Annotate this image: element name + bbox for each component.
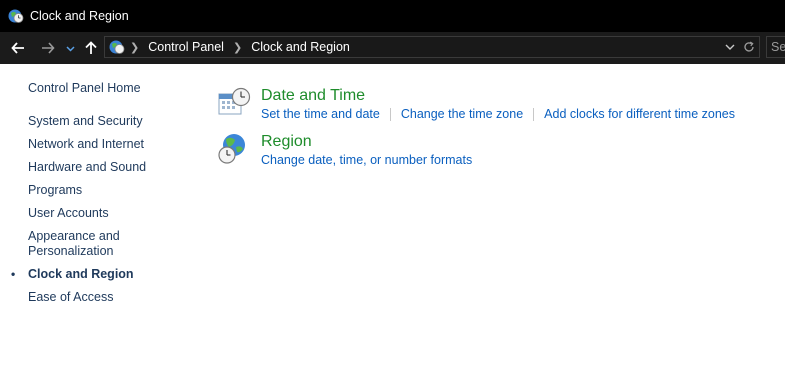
sidebar-item-appearance-and-personalization[interactable]: Appearance and Personalization: [28, 229, 138, 259]
sidebar-item-control-panel-home[interactable]: Control Panel Home: [28, 81, 198, 96]
breadcrumb-separator-icon[interactable]: ❯: [125, 41, 144, 54]
set-time-and-date-link[interactable]: Set the time and date: [261, 107, 380, 121]
up-button[interactable]: [82, 36, 100, 60]
calendar-clock-icon[interactable]: [217, 86, 251, 120]
refresh-icon: [744, 41, 754, 52]
link-divider: [389, 107, 391, 121]
category-title-region[interactable]: Region: [261, 133, 312, 151]
sidebar: Control Panel Home System and Security N…: [11, 80, 198, 313]
change-time-zone-link[interactable]: Change the time zone: [401, 107, 523, 121]
chevron-down-icon: [65, 45, 75, 52]
breadcrumb-clock-and-region[interactable]: Clock and Region: [247, 40, 354, 54]
link-divider: [533, 107, 535, 121]
breadcrumb-control-panel[interactable]: Control Panel: [144, 40, 228, 54]
control-panel-icon: [109, 39, 125, 55]
address-bar[interactable]: ❯ Control Panel ❯ Clock and Region: [104, 36, 760, 58]
chevron-down-icon: [725, 44, 735, 50]
current-item-bullet: •: [11, 267, 16, 281]
title-bar: Clock and Region: [0, 0, 785, 32]
clock-globe-icon: [8, 8, 24, 24]
category-title-date-and-time[interactable]: Date and Time: [261, 87, 365, 105]
window-title: Clock and Region: [30, 9, 129, 23]
address-dropdown-button[interactable]: [725, 42, 735, 52]
sidebar-item-system-and-security[interactable]: System and Security: [28, 114, 198, 129]
sidebar-item-hardware-and-sound[interactable]: Hardware and Sound: [28, 160, 198, 175]
category-links: Set the time and date Change the time zo…: [261, 107, 735, 121]
arrow-up-icon: [85, 41, 97, 54]
arrow-right-icon: [42, 42, 55, 54]
globe-clock-icon[interactable]: [217, 132, 251, 166]
back-button[interactable]: [8, 36, 28, 60]
forward-button[interactable]: [38, 36, 58, 60]
sidebar-item-programs[interactable]: Programs: [28, 183, 198, 198]
change-formats-link[interactable]: Change date, time, or number formats: [261, 153, 472, 167]
navigation-bar: ❯ Control Panel ❯ Clock and Region Se: [0, 32, 785, 64]
sidebar-item-user-accounts[interactable]: User Accounts: [28, 206, 198, 221]
arrow-left-icon: [11, 42, 24, 54]
refresh-button[interactable]: [743, 41, 755, 53]
sidebar-item-clock-and-region[interactable]: • Clock and Region: [11, 267, 198, 282]
sidebar-item-ease-of-access[interactable]: Ease of Access: [28, 290, 198, 305]
search-input[interactable]: Se: [766, 36, 785, 58]
sidebar-item-network-and-internet[interactable]: Network and Internet: [28, 137, 198, 152]
add-clocks-link[interactable]: Add clocks for different time zones: [544, 107, 735, 121]
category-links: Change date, time, or number formats: [261, 153, 472, 167]
sidebar-item-label: Clock and Region: [28, 267, 134, 281]
breadcrumb-separator-icon[interactable]: ❯: [228, 41, 247, 54]
recent-locations-button[interactable]: [64, 36, 76, 60]
